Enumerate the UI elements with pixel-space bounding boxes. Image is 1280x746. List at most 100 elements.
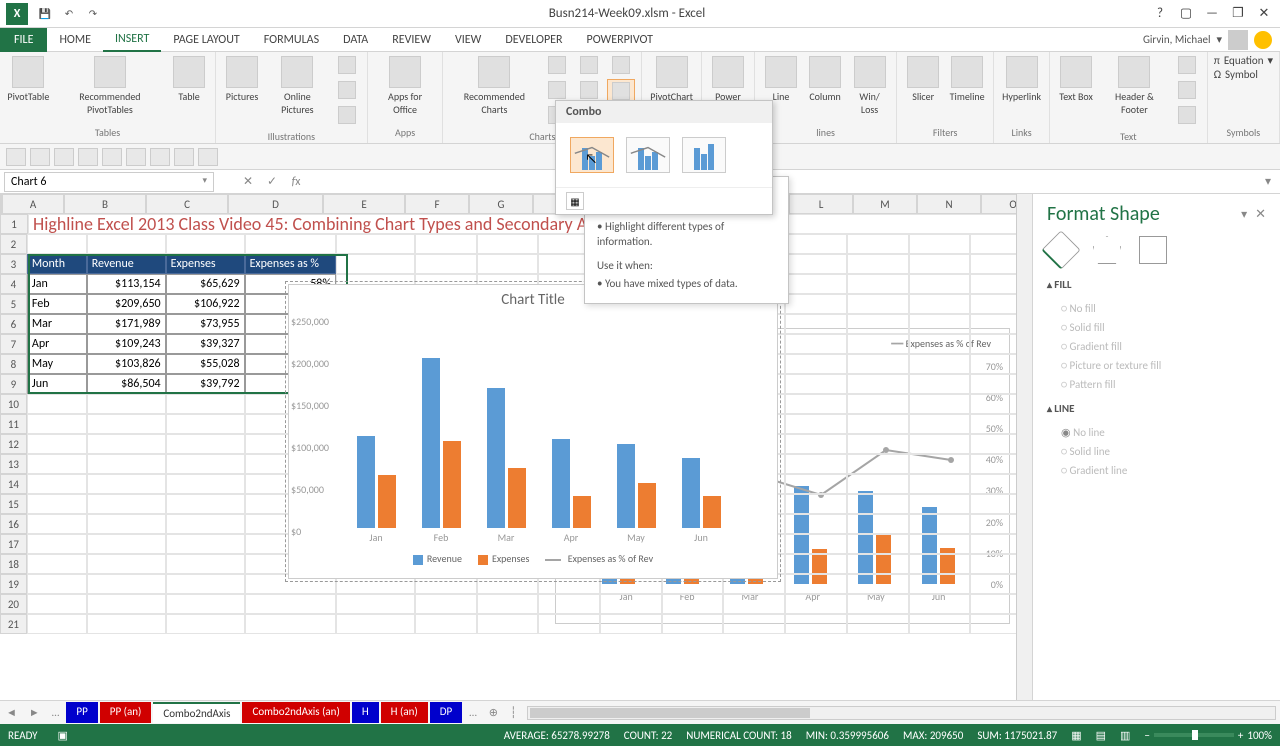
enter-formula-icon[interactable]: ✓	[260, 174, 284, 189]
gradient-line-radio[interactable]: Gradient line	[1047, 461, 1266, 480]
header-footer-button[interactable]: Header & Footer	[1100, 54, 1169, 118]
cell[interactable]	[847, 294, 909, 314]
cell[interactable]	[909, 514, 971, 534]
row-header[interactable]: 19	[0, 574, 27, 594]
cell[interactable]	[847, 574, 909, 594]
clustered-column-line-secondary-option[interactable]	[626, 137, 670, 173]
cell[interactable]	[166, 534, 245, 554]
cell[interactable]	[27, 234, 87, 254]
size-props-tab-icon[interactable]	[1139, 236, 1167, 264]
row-header[interactable]: 9	[0, 374, 27, 394]
cell[interactable]	[785, 294, 847, 314]
cell[interactable]	[166, 234, 245, 254]
cell[interactable]	[909, 534, 971, 554]
cell[interactable]	[847, 514, 909, 534]
cell[interactable]	[662, 594, 724, 614]
cell[interactable]: $106,922	[166, 294, 245, 314]
cell[interactable]	[785, 434, 847, 454]
cell[interactable]	[87, 414, 166, 434]
cancel-formula-icon[interactable]: ✕	[236, 174, 260, 189]
cell[interactable]	[909, 474, 971, 494]
new-sheet-icon[interactable]: ⊕	[483, 706, 504, 719]
name-box[interactable]: Chart 6	[4, 172, 214, 192]
row-header[interactable]: 21	[0, 614, 27, 634]
qat-undo-icon[interactable]: ↶	[58, 4, 80, 24]
cell[interactable]	[785, 454, 847, 474]
cell[interactable]	[909, 294, 971, 314]
view-normal-icon[interactable]: ▦	[1071, 729, 1081, 742]
cell[interactable]	[785, 314, 847, 334]
sigline-button[interactable]	[1173, 79, 1201, 103]
equation-button[interactable]: π Equation ▾	[1214, 54, 1273, 67]
cell[interactable]: $73,955	[166, 314, 245, 334]
column-header[interactable]: E	[323, 194, 405, 214]
cell[interactable]	[477, 234, 539, 254]
cell[interactable]: Expenses as %	[245, 254, 336, 274]
cell[interactable]	[87, 434, 166, 454]
sparkline-winloss-button[interactable]: Win/ Loss	[849, 54, 890, 118]
chart-combo-foreground[interactable]: Chart Title $250,000 $200,000 $150,000 $…	[288, 284, 778, 579]
column-chart-button[interactable]	[543, 54, 571, 78]
cell[interactable]	[909, 354, 971, 374]
cell[interactable]	[785, 334, 847, 354]
cell[interactable]	[785, 554, 847, 574]
column-header[interactable]: L	[789, 194, 853, 214]
sparkline-line-button[interactable]: Line	[761, 54, 801, 105]
cell[interactable]	[847, 354, 909, 374]
feedback-icon[interactable]	[1254, 31, 1272, 49]
cell[interactable]	[847, 334, 909, 354]
row-header[interactable]: 1	[0, 214, 28, 234]
hyperlink-button[interactable]: Hyperlink	[1000, 54, 1043, 105]
cell[interactable]	[166, 554, 245, 574]
sheet-more-icon[interactable]: …	[463, 706, 483, 719]
cell[interactable]: $103,826	[87, 354, 166, 374]
cell[interactable]	[785, 394, 847, 414]
cell[interactable]	[909, 494, 971, 514]
cell[interactable]	[87, 614, 166, 634]
row-header[interactable]: 7	[0, 334, 27, 354]
cell[interactable]	[538, 594, 600, 614]
cell[interactable]	[785, 594, 847, 614]
cell[interactable]	[847, 394, 909, 414]
column-header[interactable]: C	[146, 194, 228, 214]
tab-review[interactable]: REVIEW	[380, 29, 443, 51]
row-header[interactable]: 18	[0, 554, 27, 574]
cell[interactable]	[415, 614, 477, 634]
pivotchart-button[interactable]: PivotChart	[648, 54, 695, 105]
qat-icon[interactable]	[126, 148, 146, 166]
cell[interactable]	[847, 534, 909, 554]
cell[interactable]	[785, 274, 847, 294]
qat-icon[interactable]	[198, 148, 218, 166]
tab-page-layout[interactable]: PAGE LAYOUT	[161, 29, 251, 51]
cell[interactable]: $109,243	[87, 334, 166, 354]
shapes-button[interactable]	[333, 54, 361, 78]
picture-fill-radio[interactable]: Picture or texture fill	[1047, 356, 1266, 375]
row-header[interactable]: 16	[0, 514, 27, 534]
cell[interactable]	[27, 434, 87, 454]
sheet-nav-next-icon[interactable]: ►	[23, 706, 46, 719]
cell[interactable]	[847, 454, 909, 474]
qat-icon[interactable]	[54, 148, 74, 166]
horizontal-scrollbar[interactable]	[527, 706, 1276, 720]
cell[interactable]	[723, 614, 785, 634]
cell[interactable]	[847, 254, 909, 274]
row-header[interactable]: 13	[0, 454, 27, 474]
cell[interactable]	[27, 394, 87, 414]
cell[interactable]	[909, 454, 971, 474]
qat-icon[interactable]	[6, 148, 26, 166]
object-button[interactable]	[1173, 104, 1201, 128]
column-header[interactable]: A	[2, 194, 64, 214]
no-line-radio[interactable]: No line	[1047, 423, 1266, 442]
no-fill-radio[interactable]: No fill	[1047, 299, 1266, 318]
ribbon-options-icon[interactable]: ▢	[1174, 4, 1198, 24]
row-header[interactable]: 5	[0, 294, 27, 314]
sheet-nav-prev-icon[interactable]: ◄	[0, 706, 23, 719]
cell[interactable]	[166, 614, 245, 634]
tab-view[interactable]: VIEW	[443, 29, 493, 51]
cell[interactable]	[847, 474, 909, 494]
cell[interactable]: $65,629	[166, 274, 245, 294]
cell[interactable]	[166, 594, 245, 614]
avatar-icon[interactable]	[1228, 30, 1248, 50]
cell[interactable]	[27, 474, 87, 494]
stacked-area-column-option[interactable]	[682, 137, 726, 173]
